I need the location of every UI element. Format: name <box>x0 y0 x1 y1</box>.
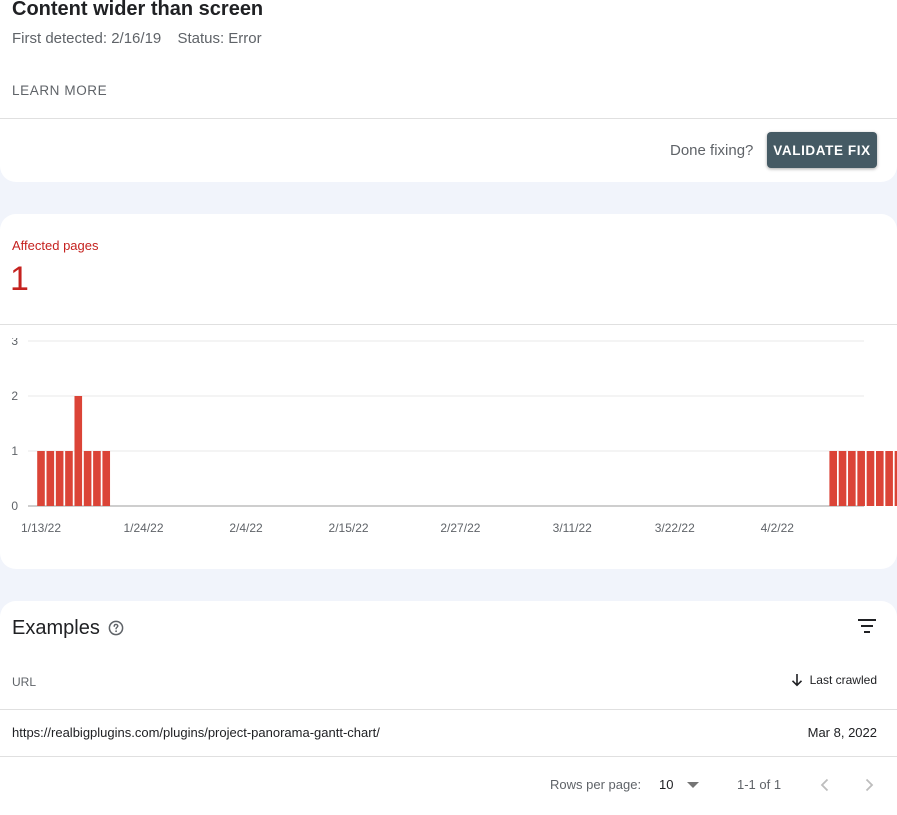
rows-per-page-value: 10 <box>659 777 674 792</box>
chart-bar[interactable] <box>93 451 101 506</box>
examples-title: Examples <box>12 617 100 639</box>
arrow-down-icon <box>791 674 802 687</box>
issue-title: Content wider than screen <box>12 0 264 20</box>
chart-bar[interactable] <box>74 396 83 506</box>
x-tick-label: 4/2/22 <box>761 521 795 535</box>
chart-bar[interactable] <box>37 451 45 506</box>
x-tick-label: 3/22/22 <box>655 521 695 535</box>
chart-bar[interactable] <box>885 451 893 506</box>
column-header-url: URL <box>12 675 37 689</box>
row-url: https://realbigplugins.com/plugins/proje… <box>12 725 380 740</box>
issue-summary-card: Content wider than screen First detected… <box>0 0 897 182</box>
filter-icon[interactable] <box>856 615 878 637</box>
x-tick-label: 2/15/22 <box>329 521 369 535</box>
affected-pages-count: 1 <box>10 260 29 298</box>
x-tick-label: 1/13/22 <box>21 521 61 535</box>
divider <box>0 324 897 325</box>
chart-bar[interactable] <box>866 451 875 506</box>
issue-meta: First detected: 2/16/19 Status: Error <box>12 30 274 47</box>
rows-per-page-label: Rows per page: <box>550 777 642 792</box>
issue-status: Status: Error <box>177 30 262 47</box>
x-tick-label: 3/11/22 <box>553 521 592 535</box>
examples-card: Examples URL Last crawled https://realbi… <box>0 601 897 815</box>
x-tick-label: 2/27/22 <box>440 521 480 535</box>
divider <box>0 118 897 119</box>
learn-more-link[interactable]: LEARN MORE <box>12 83 107 98</box>
x-tick-label: 1/24/22 <box>123 521 163 535</box>
chart-bar[interactable] <box>102 451 111 506</box>
row-last-crawled: Mar 8, 2022 <box>807 725 877 740</box>
last-crawled-label: Last crawled <box>809 673 877 687</box>
chart-bar[interactable] <box>876 451 884 506</box>
dropdown-arrow-icon <box>687 781 700 788</box>
y-tick-label: 1 <box>11 444 18 458</box>
chart-bar[interactable] <box>829 451 837 506</box>
y-tick-label: 0 <box>11 499 18 513</box>
y-tick-label: 3 <box>11 338 18 348</box>
chevron-right-icon[interactable] <box>859 775 879 795</box>
table-row[interactable]: https://realbigplugins.com/plugins/proje… <box>0 709 897 757</box>
chart-bar[interactable] <box>46 451 55 506</box>
affected-pages-chart: 0 1 2 3 1/13/22 1/24/22 2/4/22 2/15/22 2/27/22 3/… <box>11 338 897 535</box>
first-detected: First detected: 2/16/19 <box>12 30 162 47</box>
y-tick-label: 2 <box>11 389 18 403</box>
column-header-last-crawled[interactable]: Last crawled <box>791 673 877 687</box>
chart-bar[interactable] <box>848 451 856 506</box>
chart-bar[interactable] <box>857 451 865 506</box>
help-circle-icon[interactable] <box>108 620 124 636</box>
rows-per-page-select[interactable]: 10 <box>659 777 700 792</box>
done-fixing-label: Done fixing? <box>670 142 754 159</box>
chevron-left-icon[interactable] <box>815 775 835 795</box>
validate-fix-button[interactable]: VALIDATE FIX <box>767 132 877 168</box>
chart-bar[interactable] <box>65 451 73 506</box>
pagination-range: 1-1 of 1 <box>737 777 782 792</box>
x-tick-label: 2/4/22 <box>229 521 263 535</box>
chart-bar[interactable] <box>83 451 92 506</box>
affected-pages-card: Affected pages 1 0 1 2 3 1/13/22 1/24/22 2/4/2… <box>0 214 897 569</box>
chart-bar[interactable] <box>55 451 64 506</box>
chart-bar[interactable] <box>838 451 847 506</box>
affected-pages-label: Affected pages <box>12 238 99 253</box>
